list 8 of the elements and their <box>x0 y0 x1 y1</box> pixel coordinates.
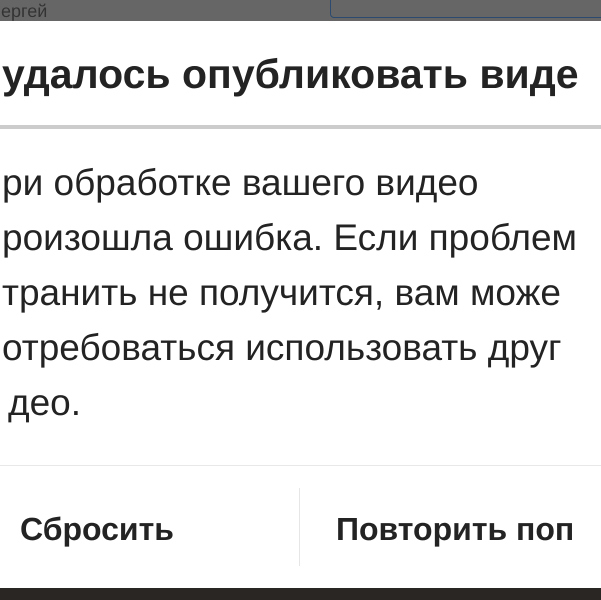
message-line: ри обработке вашего видео <box>1 161 480 205</box>
message-line: транить не получится, вам може <box>1 271 562 315</box>
message-line: део. <box>7 381 82 425</box>
dialog-title: удалось опубликовать виде <box>1 50 579 100</box>
message-line: роизошла ошибка. Если проблем <box>1 216 578 260</box>
message-line: отребоваться использовать друг <box>1 326 562 370</box>
dialog-button[interactable]: Повторить поп <box>300 497 578 561</box>
dialog-button[interactable]: Сбросить <box>0 497 178 561</box>
